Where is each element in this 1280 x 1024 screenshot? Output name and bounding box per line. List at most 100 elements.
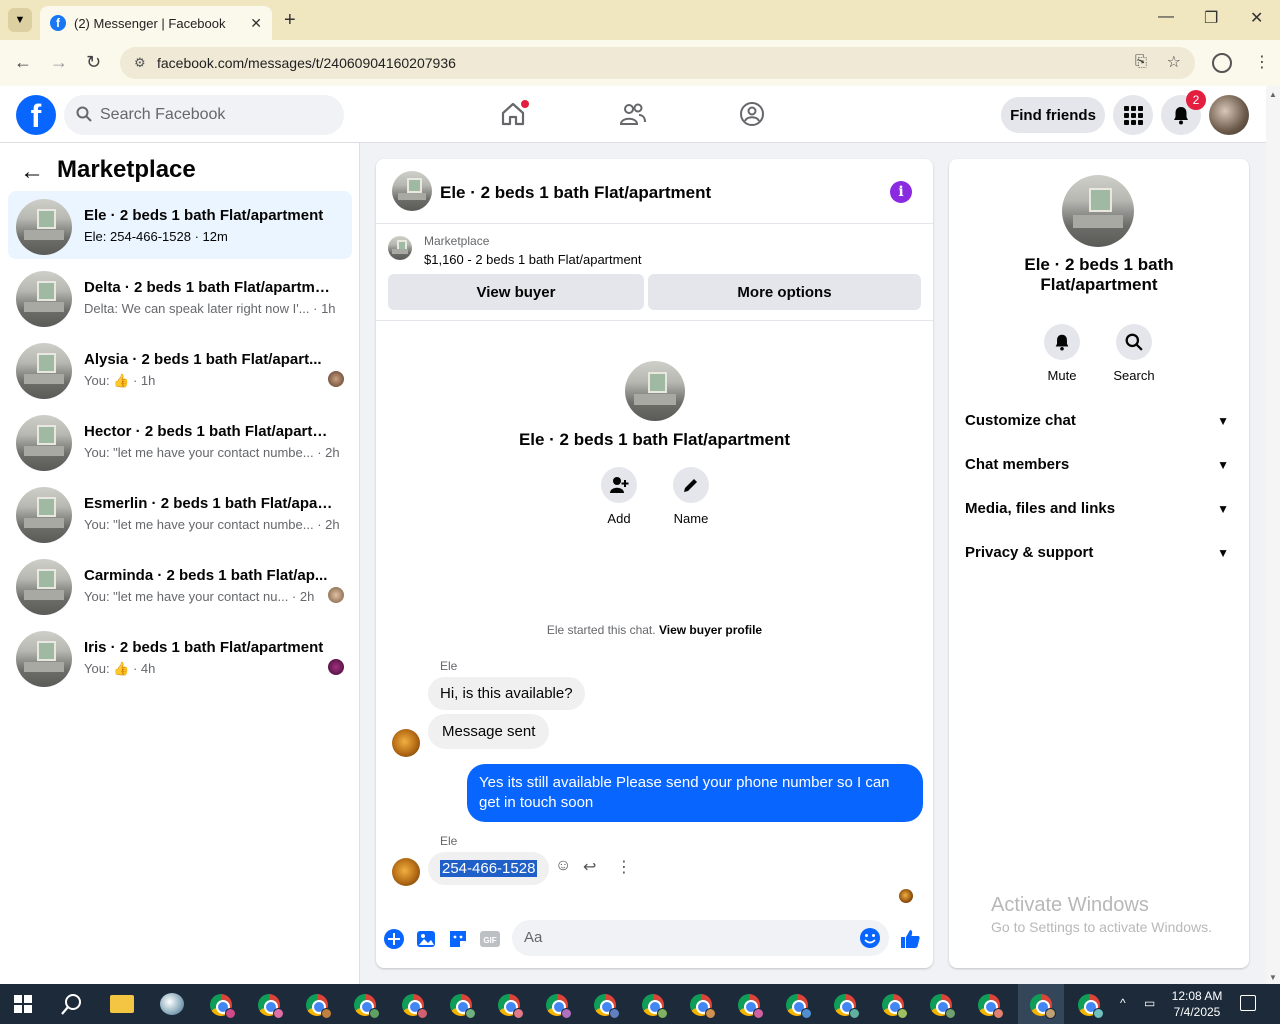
sender-avatar[interactable]: [392, 729, 420, 757]
more-actions-icon[interactable]: ⋮: [616, 857, 632, 877]
conversation-item-iris[interactable]: Iris · 2 beds 1 bath Flat/apartment You:…: [8, 623, 352, 691]
network-icon[interactable]: ▭: [1144, 996, 1155, 1010]
info-icon[interactable]: i: [890, 181, 912, 203]
install-app-icon[interactable]: ⎘: [1135, 53, 1147, 70]
site-info-icon[interactable]: ⚙: [134, 55, 146, 71]
chrome-icon[interactable]: [594, 994, 620, 1019]
more-options-button[interactable]: More options: [648, 274, 921, 310]
search-in-chat-button[interactable]: Search: [1104, 324, 1164, 383]
conversation-item-delta[interactable]: Delta · 2 beds 1 bath Flat/apartment Del…: [8, 263, 352, 331]
facebook-search-input[interactable]: Search Facebook: [64, 95, 344, 135]
message-bubble-incoming[interactable]: Message sent: [428, 714, 550, 749]
name-button[interactable]: Name: [661, 467, 721, 526]
chrome-icon[interactable]: [450, 994, 476, 1019]
listing-price[interactable]: $1,160 - 2 beds 1 bath Flat/apartment: [424, 252, 642, 267]
photo-icon[interactable]: [415, 928, 437, 950]
conversation-item-alysia[interactable]: Alysia · 2 beds 1 bath Flat/apart... You…: [8, 335, 352, 403]
minimize-icon[interactable]: —: [1158, 8, 1174, 26]
conversation-item-carminda[interactable]: Carminda · 2 beds 1 bath Flat/ap... You:…: [8, 551, 352, 619]
scroll-up-icon[interactable]: ▲: [1269, 90, 1277, 99]
reload-icon[interactable]: ↻: [86, 52, 101, 73]
url-bar[interactable]: ⚙ facebook.com/messages/t/24060904160207…: [120, 47, 1195, 79]
paint-app-icon[interactable]: [160, 993, 184, 1015]
conversation-preview: Delta: We can speak later right now I'..…: [84, 301, 336, 316]
tray-chevron-icon[interactable]: ^: [1120, 996, 1126, 1010]
windows-start-icon[interactable]: [14, 995, 32, 1013]
browser-menu-icon[interactable]: ⋮: [1254, 52, 1270, 72]
taskbar-search-icon[interactable]: [60, 992, 84, 1016]
restore-icon[interactable]: ❐: [1204, 8, 1218, 28]
message-bubble-phone[interactable]: 254-466-1528: [428, 852, 550, 885]
chat-title[interactable]: Ele · 2 beds 1 bath Flat/apartment: [440, 183, 711, 203]
chrome-icon[interactable]: [834, 994, 860, 1019]
view-buyer-profile-link[interactable]: View buyer profile: [659, 623, 762, 637]
friends-icon[interactable]: [619, 100, 647, 128]
add-button[interactable]: Add: [589, 467, 649, 526]
add-person-icon: [610, 477, 629, 493]
chrome-icon[interactable]: [210, 994, 236, 1019]
message-bubble-incoming[interactable]: Hi, is this available?: [428, 677, 585, 710]
sender-avatar[interactable]: [392, 858, 420, 886]
new-tab-icon[interactable]: +: [284, 9, 296, 32]
chrome-icon[interactable]: [306, 994, 332, 1019]
sticker-icon[interactable]: [447, 928, 469, 950]
chrome-icon[interactable]: [786, 994, 812, 1019]
back-arrow-icon[interactable]: ←: [20, 158, 44, 186]
taskbar-clock[interactable]: 12:08 AM 7/4/2025: [1168, 988, 1226, 1020]
window-close-icon[interactable]: ✕: [1250, 8, 1263, 28]
chrome-icon[interactable]: [642, 994, 668, 1019]
chrome-icon[interactable]: [882, 994, 908, 1019]
privacy-support-section[interactable]: Privacy & support ▼: [965, 544, 1233, 568]
file-explorer-icon[interactable]: [110, 995, 134, 1013]
thumbs-up-icon[interactable]: [899, 928, 921, 950]
chrome-icon[interactable]: [978, 994, 1004, 1019]
chrome-icon[interactable]: [1030, 994, 1056, 1019]
chrome-icon[interactable]: [690, 994, 716, 1019]
message-placeholder: Aa: [524, 929, 543, 946]
chrome-icon[interactable]: [498, 994, 524, 1019]
message-input[interactable]: Aa: [512, 920, 889, 956]
tab-search-button[interactable]: ▼: [8, 8, 32, 32]
chrome-icon[interactable]: [1078, 994, 1104, 1019]
reply-icon[interactable]: ↩: [583, 857, 596, 877]
emoji-icon[interactable]: [859, 927, 881, 949]
close-tab-icon[interactable]: ✕: [250, 15, 262, 32]
bookmark-star-icon[interactable]: ☆: [1167, 52, 1181, 72]
facebook-logo-icon[interactable]: f: [16, 95, 56, 135]
groups-icon[interactable]: [738, 100, 766, 128]
page-scrollbar[interactable]: ▲ ▼: [1266, 86, 1280, 984]
chrome-icon[interactable]: [258, 994, 284, 1019]
view-buyer-button[interactable]: View buyer: [388, 274, 644, 310]
chat-members-section[interactable]: Chat members ▼: [965, 456, 1233, 480]
browser-profile-icon[interactable]: [1212, 53, 1232, 73]
chrome-icon[interactable]: [930, 994, 956, 1019]
message-bubble-outgoing[interactable]: Yes its still available Please send your…: [467, 764, 923, 822]
chrome-icon[interactable]: [354, 994, 380, 1019]
chat-thumbnail[interactable]: [392, 171, 432, 211]
info-name: Ele · 2 beds 1 bath Flat/apartment: [1024, 255, 1174, 294]
gif-icon[interactable]: GIF: [479, 928, 501, 950]
back-icon[interactable]: ←: [14, 52, 32, 73]
find-friends-button[interactable]: Find friends: [1001, 97, 1105, 133]
action-center-icon[interactable]: [1240, 995, 1256, 1011]
activate-windows-subtitle: Go to Settings to activate Windows.: [991, 919, 1212, 935]
mute-button[interactable]: Mute: [1032, 324, 1092, 383]
menu-grid-button[interactable]: [1113, 95, 1153, 135]
react-icon[interactable]: ☺: [555, 857, 571, 875]
conversation-item-hector[interactable]: Hector · 2 beds 1 bath Flat/apartm... Yo…: [8, 407, 352, 475]
chrome-icon[interactable]: [402, 994, 428, 1019]
conversation-item-esmerlin[interactable]: Esmerlin · 2 beds 1 bath Flat/apart... Y…: [8, 479, 352, 547]
customize-chat-section[interactable]: Customize chat ▼: [965, 412, 1233, 436]
chrome-icon[interactable]: [738, 994, 764, 1019]
conversation-item-ele[interactable]: Ele · 2 beds 1 bath Flat/apartment Ele: …: [8, 191, 352, 259]
listing-label: Marketplace: [424, 234, 490, 248]
browser-tab[interactable]: f (2) Messenger | Facebook ✕: [40, 6, 272, 40]
plus-circle-icon[interactable]: [383, 928, 405, 950]
phone-number-text[interactable]: 254-466-1528: [440, 860, 538, 877]
chrome-icon[interactable]: [546, 994, 572, 1019]
scroll-down-icon[interactable]: ▼: [1269, 973, 1277, 982]
media-files-links-section[interactable]: Media, files and links ▼: [965, 500, 1233, 524]
url-text[interactable]: facebook.com/messages/t/2406090416020793…: [157, 55, 456, 71]
forward-icon[interactable]: →: [50, 52, 68, 73]
account-avatar[interactable]: [1209, 95, 1249, 135]
